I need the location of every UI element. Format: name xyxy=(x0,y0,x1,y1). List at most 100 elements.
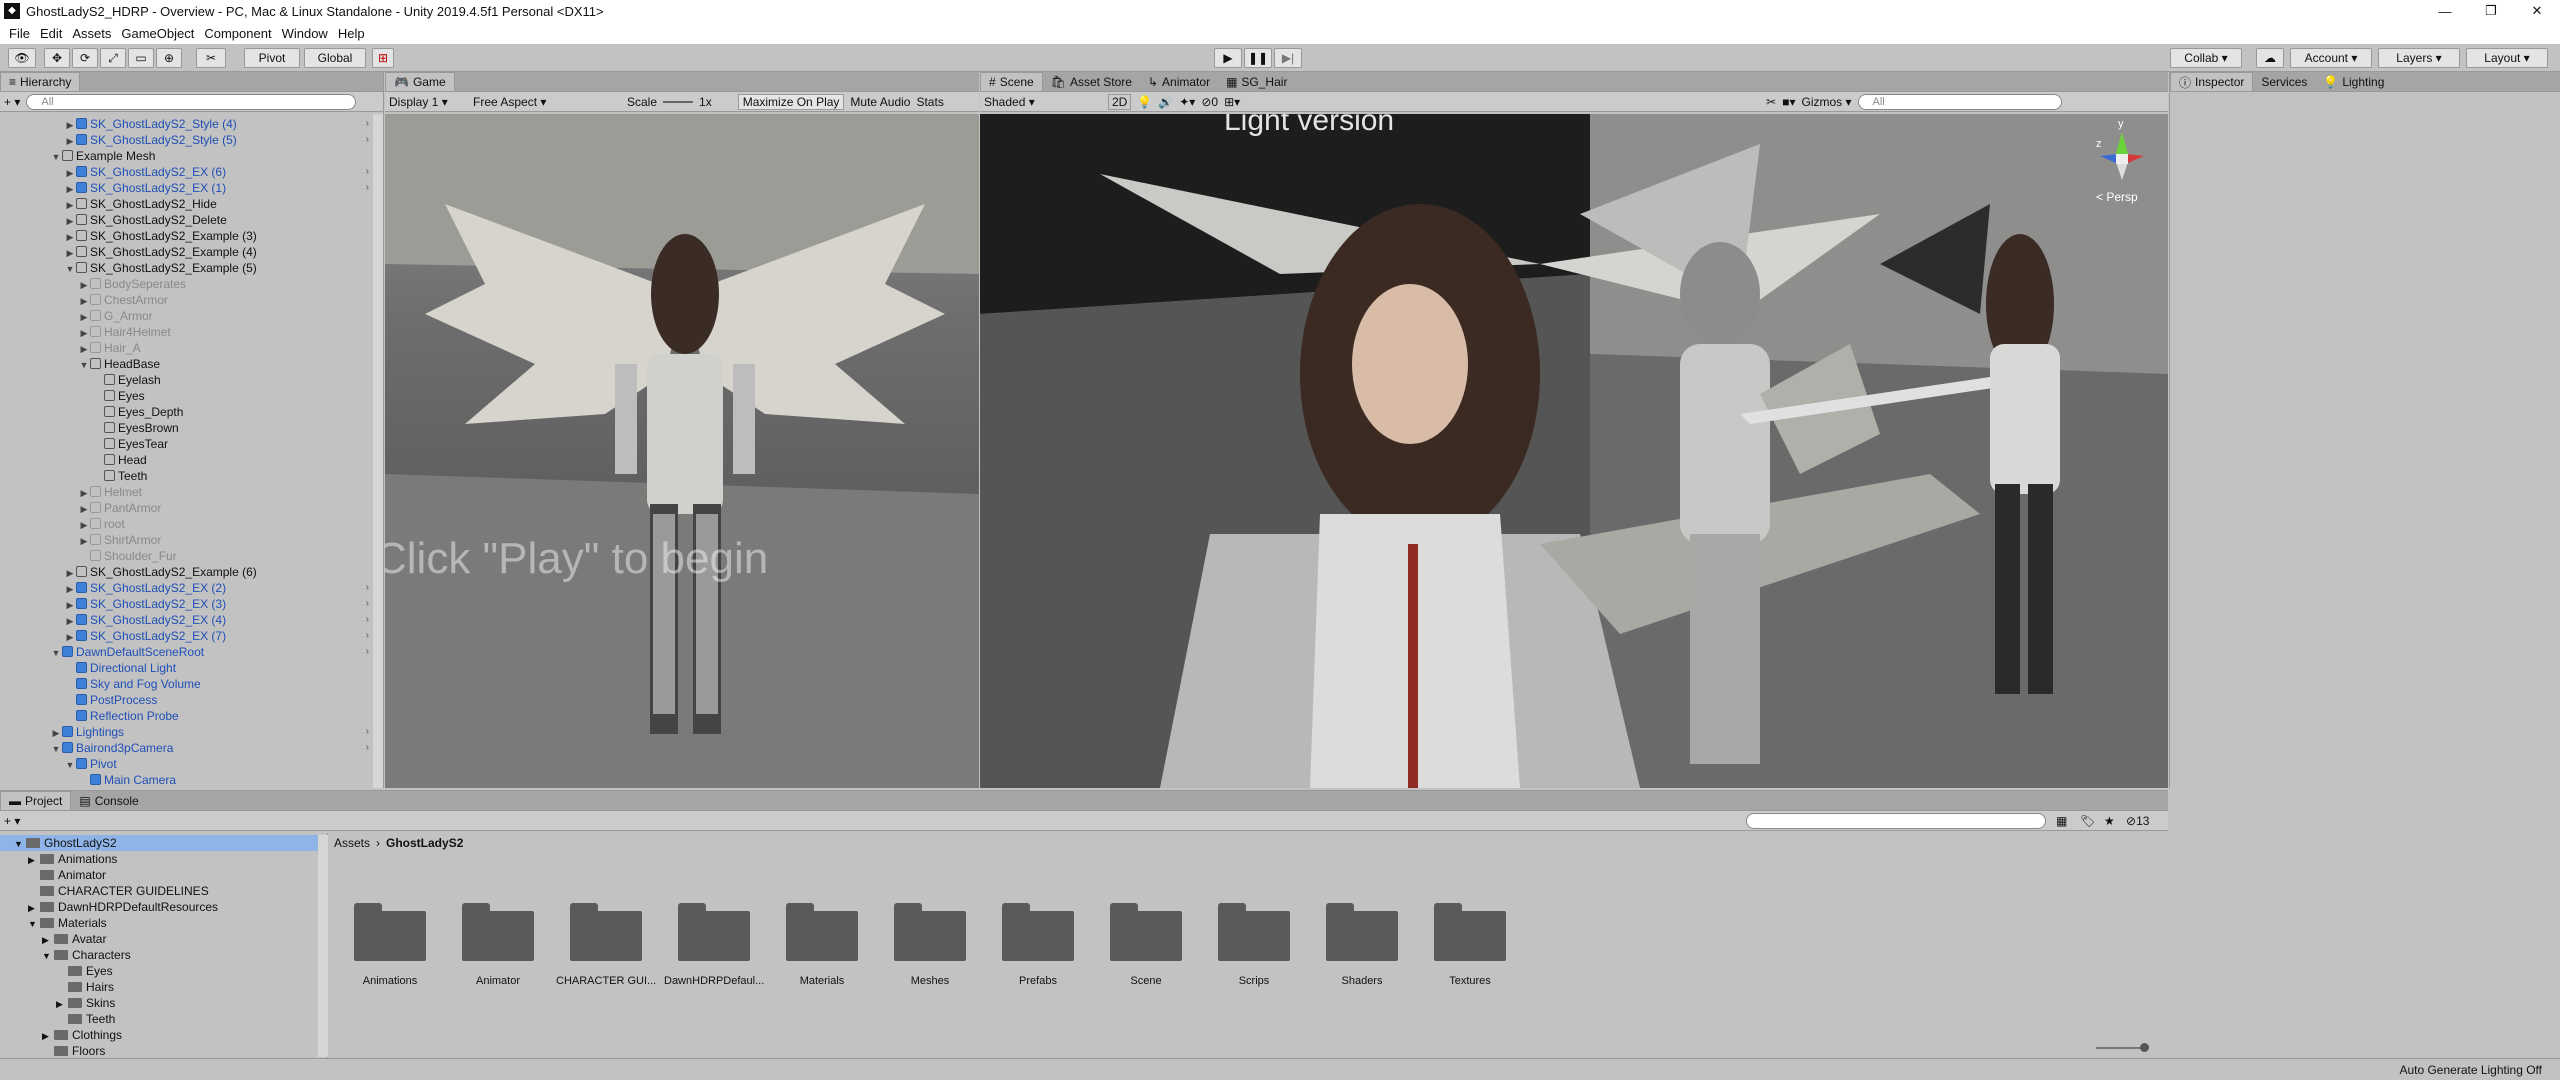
project-tree-item[interactable]: Teeth xyxy=(0,1011,327,1027)
hierarchy-row[interactable]: ▶ SK_GhostLadyS2_Delete xyxy=(0,212,383,228)
hierarchy-row[interactable]: ▶ SK_GhostLadyS2_EX (6) › xyxy=(0,164,383,180)
asset-folder[interactable]: Scene xyxy=(1110,903,1182,987)
gizmos-dropdown[interactable]: Gizmos ▾ xyxy=(1802,95,1852,109)
grid-toggle-icon[interactable]: ⊞▾ xyxy=(1224,95,1240,109)
lighting-toggle-icon[interactable]: 💡 xyxy=(1137,95,1152,109)
open-prefab-chevron-icon[interactable]: › xyxy=(366,724,369,740)
menu-help[interactable]: Help xyxy=(333,26,370,41)
step-button[interactable]: ▶| xyxy=(1274,48,1302,68)
collab-dropdown[interactable]: Collab ▾ xyxy=(2170,48,2242,68)
open-prefab-chevron-icon[interactable]: › xyxy=(366,612,369,628)
expand-right-icon[interactable]: ▶ xyxy=(78,309,90,325)
hierarchy-row[interactable]: ▶ SK_GhostLadyS2_EX (1) › xyxy=(0,180,383,196)
hierarchy-row[interactable]: Sky and Fog Volume xyxy=(0,676,383,692)
persp-label[interactable]: < Persp xyxy=(2096,190,2138,204)
scene-orientation-gizmo[interactable]: y z < Persp xyxy=(2082,118,2162,208)
scale-tool-icon[interactable]: ⤢ xyxy=(100,48,126,68)
asset-folder[interactable]: Materials xyxy=(786,903,858,987)
audio-toggle-icon[interactable]: 🔊 xyxy=(1158,95,1173,109)
expand-right-icon[interactable]: ▶ xyxy=(64,213,76,229)
asset-folder[interactable]: Meshes xyxy=(894,903,966,987)
mute-audio-toggle[interactable]: Mute Audio xyxy=(850,95,910,109)
breadcrumb-assets[interactable]: Assets xyxy=(334,836,370,850)
view-tool-icon[interactable]: 👁 xyxy=(8,48,36,68)
project-tree-item[interactable]: Hairs xyxy=(0,979,327,995)
hidden-packages-toggle[interactable]: ⊘13 xyxy=(2126,814,2149,828)
filter-by-type-icon[interactable]: ▦ xyxy=(2056,814,2067,828)
camera-dropdown-icon[interactable]: ■▾ xyxy=(1782,95,1795,109)
hierarchy-row[interactable]: Shoulder_Fur xyxy=(0,548,383,564)
expand-right-icon[interactable]: ▶ xyxy=(50,725,62,741)
asset-folder[interactable]: Shaders xyxy=(1326,903,1398,987)
tab-sg-hair[interactable]: ▦ SG_Hair xyxy=(1218,72,1295,91)
project-search-input[interactable] xyxy=(1746,813,2046,829)
restore-icon[interactable]: ❐ xyxy=(2468,0,2514,22)
cloud-icon[interactable]: ☁ xyxy=(2256,48,2284,68)
project-tree-item[interactable]: ▶ DawnHDRPDefaultResources xyxy=(0,899,327,915)
pivot-toggle[interactable]: Pivot xyxy=(244,48,300,68)
scale-slider[interactable] xyxy=(663,100,694,103)
expand-right-icon[interactable]: ▶ xyxy=(64,581,76,597)
hierarchy-row[interactable]: ▶ ChestArmor xyxy=(0,292,383,308)
expand-right-icon[interactable]: ▶ xyxy=(78,517,90,533)
hierarchy-row[interactable]: ▶ BodySeperates xyxy=(0,276,383,292)
tab-animator[interactable]: ↳ Animator xyxy=(1140,72,1218,91)
close-icon[interactable]: ✕ xyxy=(2514,0,2560,22)
hierarchy-row[interactable]: ▶ SK_GhostLadyS2_Example (4) xyxy=(0,244,383,260)
open-prefab-chevron-icon[interactable]: › xyxy=(366,580,369,596)
open-prefab-chevron-icon[interactable]: › xyxy=(366,164,369,180)
hierarchy-row[interactable]: ▶ Hair4Helmet xyxy=(0,324,383,340)
expand-right-icon[interactable]: ▶ xyxy=(28,852,40,868)
icon-size-slider-thumb[interactable] xyxy=(2140,1043,2149,1052)
hierarchy-scrollbar[interactable] xyxy=(373,114,383,788)
expand-right-icon[interactable]: ▶ xyxy=(78,277,90,293)
open-prefab-chevron-icon[interactable]: › xyxy=(366,596,369,612)
filter-by-label-icon[interactable]: 🏷 xyxy=(2080,814,2095,828)
hierarchy-row[interactable]: ▶ PantArmor xyxy=(0,500,383,516)
expand-right-icon[interactable]: ▶ xyxy=(64,229,76,245)
shading-mode-dropdown[interactable]: Shaded ▾ xyxy=(984,95,1102,109)
expand-down-icon[interactable]: ▼ xyxy=(14,836,26,852)
asset-folder[interactable]: Animator xyxy=(462,903,534,987)
project-tree-item[interactable]: CHARACTER GUIDELINES xyxy=(0,883,327,899)
expand-right-icon[interactable]: ▶ xyxy=(64,245,76,261)
game-viewport[interactable]: Click "Play" to begin xyxy=(385,114,979,788)
asset-folder[interactable]: Textures xyxy=(1434,903,1506,987)
hierarchy-row[interactable]: Eyes_Depth xyxy=(0,404,383,420)
expand-right-icon[interactable]: ▶ xyxy=(78,341,90,357)
rotate-tool-icon[interactable]: ⟳ xyxy=(72,48,98,68)
hierarchy-row[interactable]: ▶ SK_GhostLadyS2_EX (2) › xyxy=(0,580,383,596)
pause-button[interactable]: ❚❚ xyxy=(1244,48,1272,68)
tools-icon[interactable]: ✂ xyxy=(1766,95,1776,109)
tab-services[interactable]: Services xyxy=(2253,72,2315,91)
project-tree-item[interactable]: ▼ GhostLadyS2 xyxy=(0,835,327,851)
hierarchy-row[interactable]: ▶ SK_GhostLadyS2_Example (3) xyxy=(0,228,383,244)
hierarchy-row[interactable]: ▶ SK_GhostLadyS2_EX (7) › xyxy=(0,628,383,644)
expand-right-icon[interactable]: ▶ xyxy=(64,165,76,181)
expand-right-icon[interactable]: ▶ xyxy=(78,501,90,517)
project-tree-item[interactable]: Floors xyxy=(0,1043,327,1058)
expand-right-icon[interactable]: ▶ xyxy=(56,996,68,1012)
hierarchy-row[interactable]: ▶ SK_GhostLadyS2_EX (3) › xyxy=(0,596,383,612)
expand-down-icon[interactable]: ▼ xyxy=(50,741,62,757)
tab-asset-store[interactable]: 🛍 Asset Store xyxy=(1043,72,1140,91)
open-prefab-chevron-icon[interactable]: › xyxy=(366,180,369,196)
project-create-dropdown[interactable]: + ▾ xyxy=(4,814,20,828)
tab-scene[interactable]: # Scene xyxy=(980,72,1043,91)
menu-window[interactable]: Window xyxy=(277,26,333,41)
icon-size-slider[interactable] xyxy=(2096,1047,2146,1049)
project-tree-item[interactable]: ▶ Animations xyxy=(0,851,327,867)
expand-right-icon[interactable]: ▶ xyxy=(64,197,76,213)
tab-game[interactable]: 🎮 Game xyxy=(385,72,455,91)
expand-down-icon[interactable]: ▼ xyxy=(50,645,62,661)
asset-folder[interactable]: Animations xyxy=(354,903,426,987)
layers-dropdown[interactable]: Layers ▾ xyxy=(2378,48,2460,68)
transform-tool-icon[interactable]: ⊕ xyxy=(156,48,182,68)
asset-folder[interactable]: DawnHDRPDefaul... xyxy=(664,903,764,987)
tab-project[interactable]: ▬ Project xyxy=(0,791,72,810)
hierarchy-row[interactable]: ▼ SK_GhostLadyS2_Example (5) xyxy=(0,260,383,276)
expand-right-icon[interactable]: ▶ xyxy=(78,293,90,309)
expand-right-icon[interactable]: ▶ xyxy=(78,533,90,549)
hierarchy-row[interactable]: Eyelash xyxy=(0,372,383,388)
expand-right-icon[interactable]: ▶ xyxy=(64,613,76,629)
